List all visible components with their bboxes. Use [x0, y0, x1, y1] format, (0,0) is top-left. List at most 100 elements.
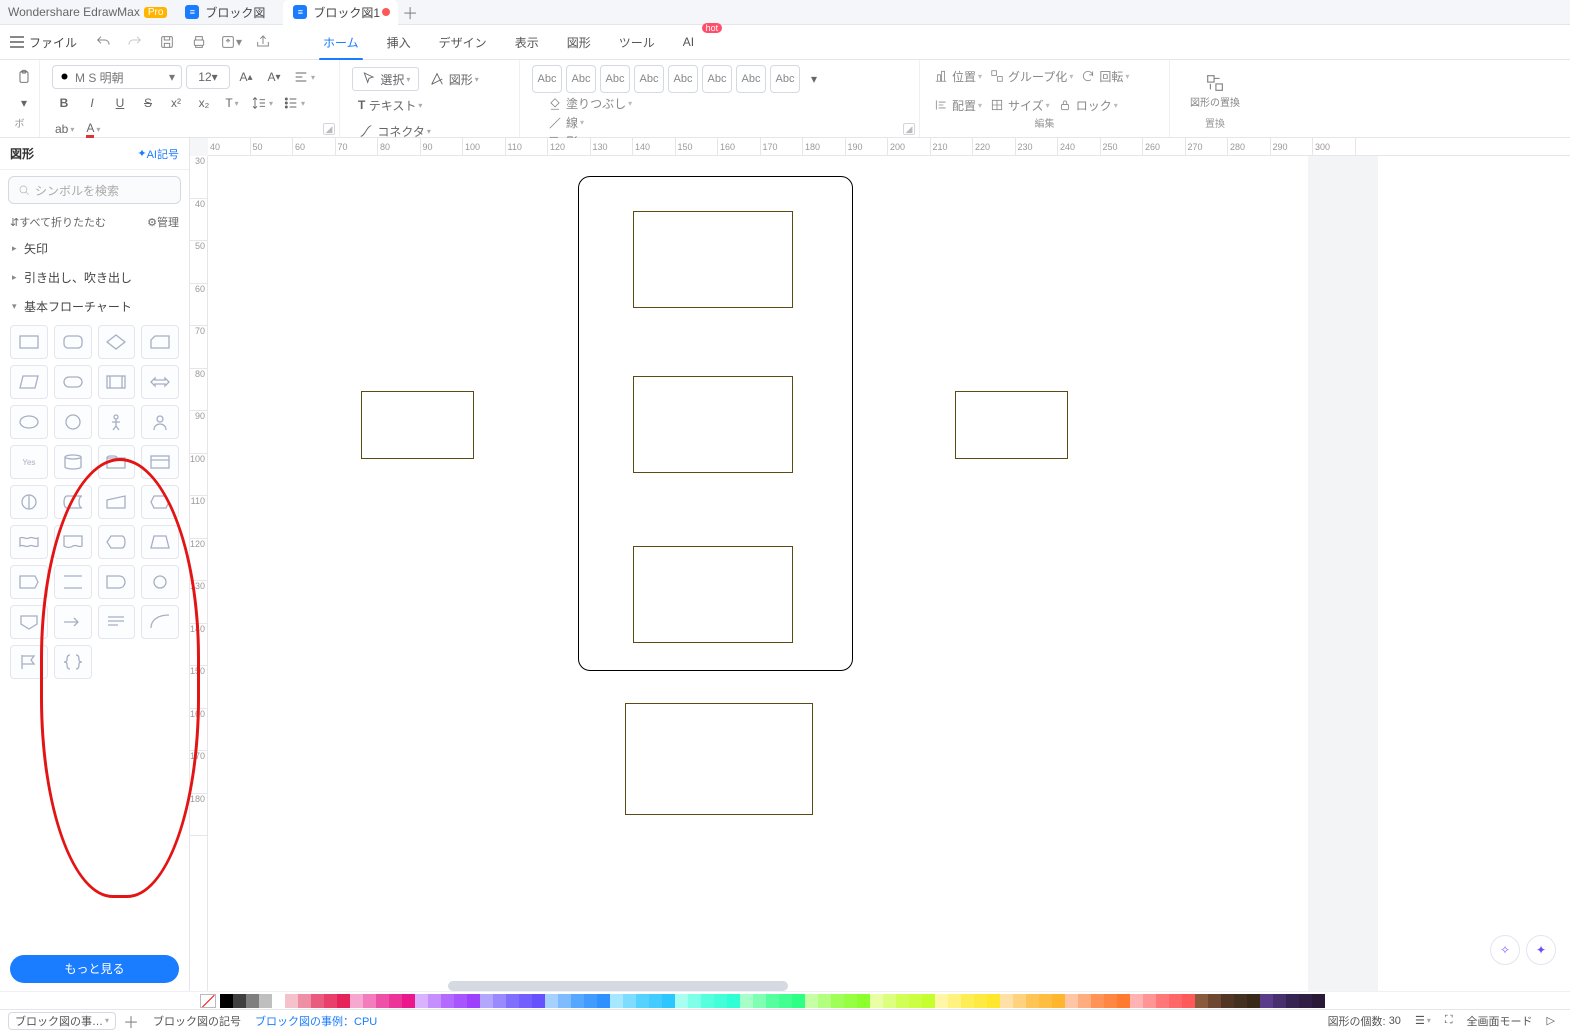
color-swatch[interactable] [363, 994, 376, 1008]
add-tab-button[interactable]: ＋ [398, 0, 422, 24]
line-button[interactable]: 線▾ [548, 114, 632, 131]
fullscreen-button[interactable]: 全画面モード [1460, 1012, 1540, 1030]
style-gallery-expand[interactable]: ▾ [804, 67, 824, 91]
shape-user[interactable] [141, 405, 179, 439]
drawing-canvas[interactable] [208, 156, 1570, 991]
color-swatch[interactable] [636, 994, 649, 1008]
color-swatch[interactable] [298, 994, 311, 1008]
shape-pentagon[interactable] [10, 565, 48, 599]
color-swatch[interactable] [935, 994, 948, 1008]
color-swatch[interactable] [753, 994, 766, 1008]
color-swatch[interactable] [467, 994, 480, 1008]
font-name-select[interactable]: M S 明朝▾ [52, 65, 182, 89]
color-swatch[interactable] [779, 994, 792, 1008]
document-tab-1[interactable]: ≡ ブロック図 [175, 0, 283, 25]
color-swatch[interactable] [1156, 994, 1169, 1008]
shape-person[interactable] [98, 405, 136, 439]
style-pick-2[interactable]: Abc [566, 65, 596, 93]
block-shape-6[interactable] [625, 703, 813, 815]
shape-arc[interactable] [141, 605, 179, 639]
shape-delay[interactable] [98, 565, 136, 599]
shape-roundrect[interactable] [54, 325, 92, 359]
file-menu[interactable]: ファイル [0, 34, 87, 51]
style-pick-3[interactable]: Abc [600, 65, 630, 93]
color-swatch[interactable] [506, 994, 519, 1008]
block-shape-4[interactable] [361, 391, 474, 459]
shape-text[interactable] [98, 605, 136, 639]
color-swatch[interactable] [792, 994, 805, 1008]
color-swatch[interactable] [805, 994, 818, 1008]
color-swatch[interactable] [1260, 994, 1273, 1008]
select-tool[interactable]: 選択▾ [352, 67, 419, 91]
color-swatch[interactable] [519, 994, 532, 1008]
shape-window[interactable] [141, 445, 179, 479]
menu-ai[interactable]: AIhot [669, 25, 708, 60]
rotate-button[interactable]: 回転▾ [1081, 68, 1129, 85]
color-swatch[interactable] [1273, 994, 1286, 1008]
color-swatch[interactable] [311, 994, 324, 1008]
shape-brace[interactable] [54, 645, 92, 679]
color-swatch[interactable] [428, 994, 441, 1008]
shape-wave[interactable] [10, 525, 48, 559]
align-menu[interactable]: ▾ [290, 65, 318, 89]
color-swatch[interactable] [558, 994, 571, 1008]
shape-parallelogram[interactable] [10, 365, 48, 399]
style-pick-6[interactable]: Abc [702, 65, 732, 93]
shape-doc[interactable] [54, 525, 92, 559]
color-swatch[interactable] [1299, 994, 1312, 1008]
block-shape-2[interactable] [633, 376, 793, 473]
color-swatch[interactable] [1286, 994, 1299, 1008]
menu-insert[interactable]: 挿入 [373, 25, 425, 60]
category-arrows[interactable]: ▸矢印 [0, 234, 189, 263]
color-swatch[interactable] [272, 994, 285, 1008]
shape-storeddata[interactable] [54, 485, 92, 519]
color-swatch[interactable] [1169, 994, 1182, 1008]
color-swatch[interactable] [493, 994, 506, 1008]
shape-yes[interactable]: Yes [10, 445, 48, 479]
italic-button[interactable]: I [80, 91, 104, 115]
collapse-all-button[interactable]: ⇵ すべて折りたたむ [10, 214, 106, 230]
ai-symbol-button[interactable]: ✦ AI記号 [137, 146, 179, 162]
color-swatch[interactable] [1026, 994, 1039, 1008]
color-swatch[interactable] [987, 994, 1000, 1008]
color-swatch[interactable] [389, 994, 402, 1008]
style-pick-8[interactable]: Abc [770, 65, 800, 93]
color-swatch[interactable] [857, 994, 870, 1008]
color-swatch[interactable] [649, 994, 662, 1008]
color-swatch[interactable] [415, 994, 428, 1008]
dialog-launcher[interactable]: ◢ [323, 123, 335, 135]
color-swatch[interactable] [233, 994, 246, 1008]
color-swatch[interactable] [870, 994, 883, 1008]
color-swatch[interactable] [1130, 994, 1143, 1008]
horizontal-scrollbar[interactable] [448, 981, 788, 991]
ai-diamond-button[interactable]: ✦ [1526, 935, 1556, 965]
color-swatch[interactable] [1000, 994, 1013, 1008]
menu-tools[interactable]: ツール [605, 25, 669, 60]
shape-subprocess[interactable] [98, 365, 136, 399]
undo-button[interactable] [91, 30, 115, 54]
style-pick-5[interactable]: Abc [668, 65, 698, 93]
paste-dropdown[interactable]: ▾ [14, 91, 34, 115]
lock-button[interactable]: ロック▾ [1058, 97, 1118, 114]
color-swatch[interactable] [1052, 994, 1065, 1008]
color-swatch[interactable] [480, 994, 493, 1008]
no-fill-swatch[interactable] [200, 994, 216, 1008]
color-swatch[interactable] [1065, 994, 1078, 1008]
color-swatch[interactable] [571, 994, 584, 1008]
position-button[interactable]: 位置▾ [934, 68, 982, 85]
shape-card[interactable] [141, 325, 179, 359]
color-swatch[interactable] [454, 994, 467, 1008]
style-pick-7[interactable]: Abc [736, 65, 766, 93]
color-swatch[interactable] [402, 994, 415, 1008]
menu-view[interactable]: 表示 [501, 25, 553, 60]
color-swatch[interactable] [1091, 994, 1104, 1008]
color-swatch[interactable] [831, 994, 844, 1008]
size-button[interactable]: サイズ▾ [990, 97, 1050, 114]
shape-start[interactable] [54, 565, 92, 599]
shape-directdata[interactable] [10, 485, 48, 519]
color-swatch[interactable] [441, 994, 454, 1008]
superscript-button[interactable]: x² [164, 91, 188, 115]
color-swatch[interactable] [1104, 994, 1117, 1008]
shape-tool[interactable]: 図形▾ [423, 67, 484, 91]
color-swatch[interactable] [532, 994, 545, 1008]
